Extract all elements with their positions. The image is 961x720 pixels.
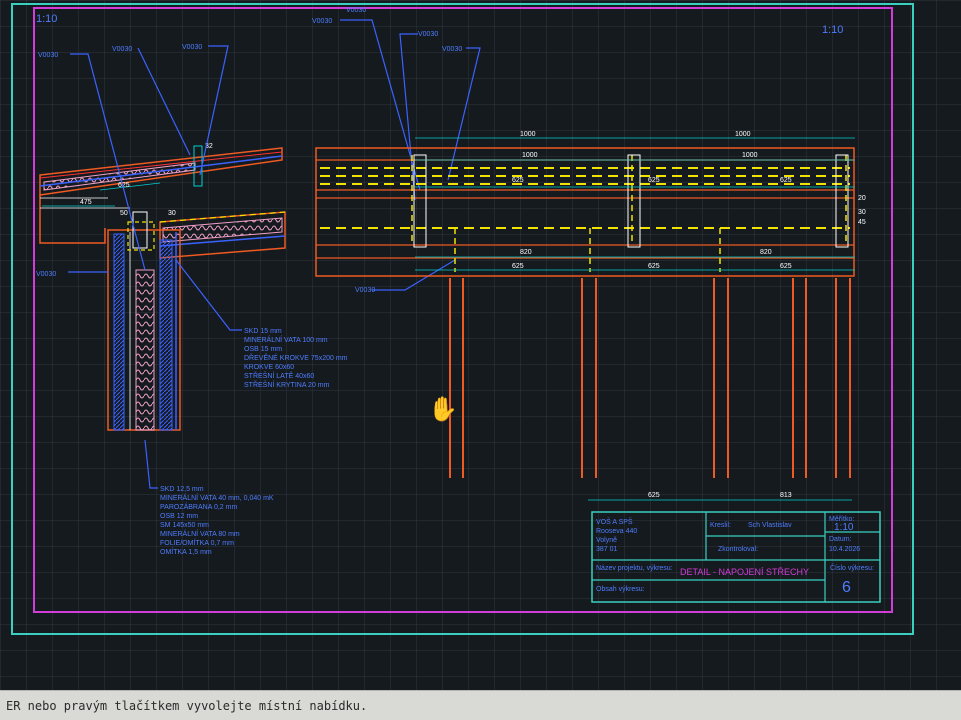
note2-line6: MINERÁLNÍ VATA 80 mm — [160, 529, 240, 538]
note1-line3: OSB 15 mm — [244, 346, 282, 353]
tb-drawing-label: Obsah výkresu: — [596, 586, 645, 593]
dim-mid-b: 1000 — [742, 152, 758, 159]
callout-6: V0030 — [418, 31, 438, 38]
callout-5: V0030 — [312, 18, 332, 25]
note2-line4: OSB 12 mm — [160, 513, 198, 520]
note1-line7: STŘEŠNÍ KRYTINA 20 mm — [244, 380, 330, 389]
note2-line3: PAROZÁBRANA 0,2 mm — [160, 502, 237, 511]
dim-left-475: 475 — [80, 199, 92, 206]
callout-2: V0030 — [112, 46, 132, 53]
dim-r3: 45 — [858, 219, 866, 226]
callout-3: V0030 — [182, 44, 202, 51]
tb-school-line3: Volyně — [596, 537, 617, 544]
note2-line7: FOLIE/OMÍTKA 0,7 mm — [160, 538, 234, 547]
tb-checked-label: Zkontroloval: — [718, 546, 758, 553]
dim-low-a: 625 — [648, 492, 660, 499]
note2-line1: SKD 12,5 mm — [160, 486, 204, 493]
dim-top-b: 1000 — [735, 131, 751, 138]
note1-line5: KROKVE 60x60 — [244, 364, 294, 371]
dim-left-30: 30 — [168, 210, 176, 217]
pan-cursor-icon: ✋ — [428, 396, 458, 423]
tb-drawing-no: 6 — [842, 579, 851, 596]
callout-4: V0030 — [36, 271, 56, 278]
note2-line5: SM 145x50 mm — [160, 522, 209, 529]
cad-viewport[interactable]: 1:10 1:10 625 475 32 50 30 V0030 V0030 V… — [0, 0, 961, 690]
dim-left-50: 50 — [120, 210, 128, 217]
tb-school-line4: 387 01 — [596, 546, 618, 553]
callout-8: V0030 — [355, 287, 375, 294]
callout-9: V0030 — [346, 7, 366, 14]
dim-mid-a: 1000 — [522, 152, 538, 159]
dim-b3: 625 — [512, 263, 524, 270]
dim-b2: 820 — [760, 249, 772, 256]
dim-s2: 625 — [648, 177, 660, 184]
tb-drawing-no-label: Číslo výkresu: — [830, 563, 874, 572]
note1-line2: MINERÁLNÍ VATA 100 mm — [244, 335, 328, 344]
scale-label-top-left: 1:10 — [36, 13, 57, 25]
tb-author-label: Kreslil: — [710, 522, 731, 529]
note1-line6: STŘEŠNÍ LATĚ 40x60 — [244, 371, 314, 380]
note1-line4: DŘEVĚNÉ KROKVE 75x200 mm — [244, 353, 348, 362]
dim-low-b: 813 — [780, 492, 792, 499]
callout-1: V0030 — [38, 52, 58, 59]
tb-school-line2: Rooseva 440 — [596, 528, 637, 535]
tb-project-label: Název projektu, výkresu: — [596, 565, 673, 572]
dim-b5: 625 — [780, 263, 792, 270]
dim-r2: 30 — [858, 209, 866, 216]
note2-line8: OMÍTKA 1,5 mm — [160, 547, 212, 556]
tb-project: DETAIL - NAPOJENÍ STŘECHY — [680, 567, 809, 577]
dim-b1: 820 — [520, 249, 532, 256]
callout-7: V0030 — [442, 46, 462, 53]
dim-r1: 20 — [858, 195, 866, 202]
note2-line2: MINERÁLNÍ VATA 40 mm, 0,040 mK — [160, 493, 274, 502]
dim-b4: 625 — [648, 263, 660, 270]
tb-date: 10.4.2026 — [829, 546, 860, 553]
dim-s1: 625 — [512, 177, 524, 184]
tb-author: Sch Vlastislav — [748, 522, 792, 529]
command-line[interactable]: ER nebo pravým tlačítkem vyvolejte místn… — [0, 690, 961, 720]
scale-label-top-right: 1:10 — [822, 24, 843, 36]
dim-s3: 625 — [780, 177, 792, 184]
tb-scale: 1:10 — [834, 522, 854, 533]
dim-top-a: 1000 — [520, 131, 536, 138]
note1-line1: SKD 15 mm — [244, 328, 282, 335]
tb-school-line1: VOŠ A SPŠ — [596, 517, 633, 526]
tb-date-label: Datum: — [829, 536, 852, 543]
